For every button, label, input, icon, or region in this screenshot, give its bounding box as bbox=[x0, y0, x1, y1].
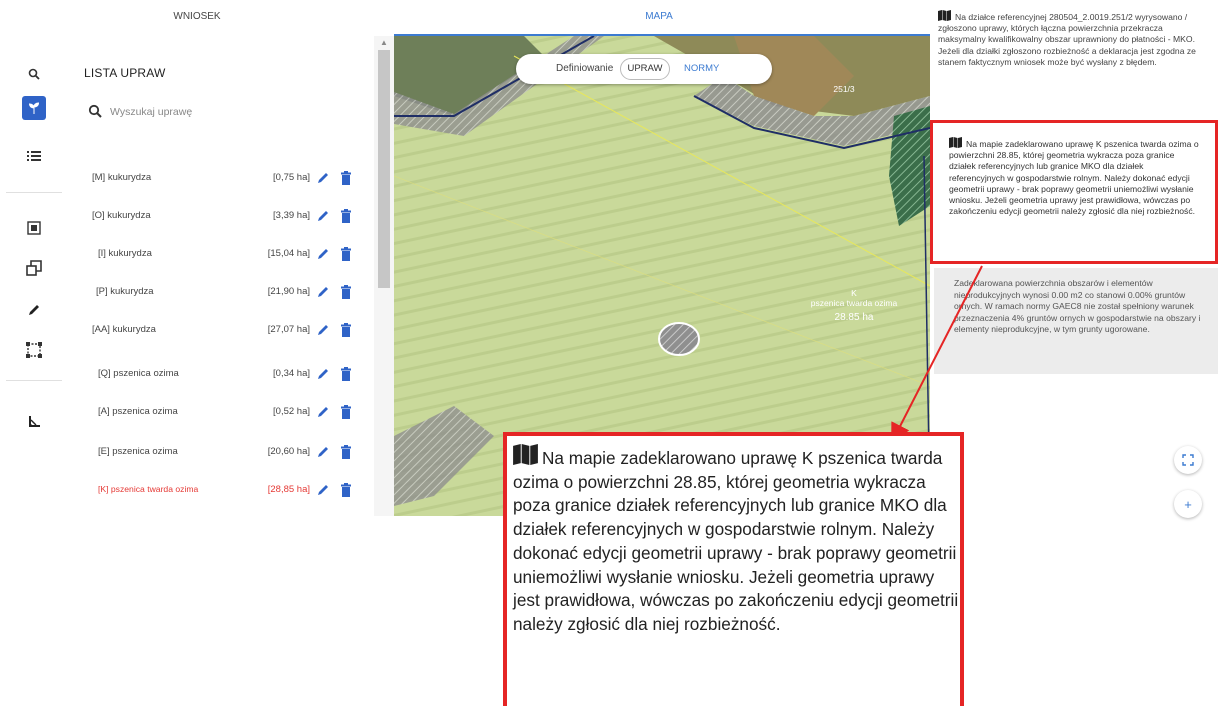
message-gaec8: Zadeklarowana powierzchnia obszarów i el… bbox=[934, 268, 1218, 374]
edit-pencil-icon[interactable] bbox=[316, 285, 330, 299]
trash-icon[interactable] bbox=[340, 367, 352, 381]
search-icon[interactable] bbox=[22, 62, 46, 86]
callout-text: Na mapie zadeklarowano uprawę K pszenica… bbox=[513, 448, 959, 634]
edit-pencil-icon[interactable] bbox=[316, 171, 330, 185]
crop-area: [20,60 ha] bbox=[267, 446, 310, 457]
crop-name: [P] kukurydza bbox=[96, 286, 154, 297]
select-area-icon[interactable] bbox=[22, 216, 46, 240]
crop-name: [O] kukurydza bbox=[92, 210, 151, 221]
crop-name: [A] pszenica ozima bbox=[98, 406, 178, 417]
map-book-icon bbox=[513, 444, 538, 465]
crop-area: [28,85 ha] bbox=[267, 484, 310, 495]
crop-name: [Q] pszenica ozima bbox=[98, 368, 179, 379]
crop-area: [21,90 ha] bbox=[267, 286, 310, 297]
crop-area-label: 28.85 ha bbox=[834, 312, 874, 323]
map-book-icon bbox=[949, 137, 962, 148]
pencil-icon[interactable] bbox=[22, 298, 46, 322]
scroll-thumb[interactable] bbox=[378, 50, 390, 288]
crop-list-item[interactable]: [A] pszenica ozima [0,52 ha] bbox=[68, 398, 368, 428]
edit-pencil-icon[interactable] bbox=[316, 367, 330, 381]
edit-pencil-icon[interactable] bbox=[316, 483, 330, 497]
map-book-icon bbox=[938, 10, 951, 21]
toggle-label: Definiowanie bbox=[556, 63, 614, 74]
crop-name: [E] pszenica ozima bbox=[98, 446, 178, 457]
parcel-label: 251/3 bbox=[833, 84, 855, 94]
trash-icon[interactable] bbox=[340, 445, 352, 459]
fullscreen-icon[interactable] bbox=[1174, 446, 1202, 474]
crop-area: [27,07 ha] bbox=[267, 324, 310, 335]
crop-list-item[interactable]: [O] kukurydza [3,39 ha] bbox=[68, 202, 368, 232]
tab-wniosek[interactable]: WNIOSEK bbox=[0, 0, 394, 34]
trash-icon[interactable] bbox=[340, 405, 352, 419]
message-text: Na mapie zadeklarowano uprawę K pszenica… bbox=[949, 139, 1199, 217]
crop-search-input[interactable] bbox=[110, 104, 260, 120]
trash-icon[interactable] bbox=[340, 209, 352, 223]
scroll-up-arrow[interactable]: ▲ bbox=[376, 38, 392, 50]
crop-code-label: K bbox=[851, 288, 857, 298]
crop-list-item-selected[interactable]: [K] pszenica twarda ozima [28,85 ha] bbox=[68, 476, 368, 506]
edit-pencil-icon[interactable] bbox=[316, 247, 330, 261]
trash-icon[interactable] bbox=[340, 483, 352, 497]
crop-list-item[interactable]: [I] kukurydza [15,04 ha] bbox=[68, 240, 368, 270]
tab-mapa[interactable]: MAPA bbox=[394, 0, 924, 34]
zoomed-message-callout: Na mapie zadeklarowano uprawę K pszenica… bbox=[503, 432, 964, 706]
crop-area: [0,34 ha] bbox=[273, 368, 310, 379]
message-text: Zadeklarowana powierzchnia obszarów i el… bbox=[954, 278, 1201, 335]
trash-icon[interactable] bbox=[340, 171, 352, 185]
trash-icon[interactable] bbox=[340, 285, 352, 299]
message-text: Na działce referencyjnej 280504_2.0019.2… bbox=[938, 12, 1196, 67]
search-icon bbox=[88, 104, 102, 118]
crop-name-label: pszenica twarda ozima bbox=[810, 298, 898, 308]
crop-area: [15,04 ha] bbox=[267, 248, 310, 259]
crop-list-item[interactable]: [M] kukurydza [0,75 ha] bbox=[68, 164, 368, 194]
crop-area: [0,52 ha] bbox=[273, 406, 310, 417]
message-mko: Na działce referencyjnej 280504_2.0019.2… bbox=[938, 10, 1200, 68]
panel-title: LISTA UPRAW bbox=[84, 66, 166, 80]
edit-pencil-icon[interactable] bbox=[316, 445, 330, 459]
crop-name: [M] kukurydza bbox=[92, 172, 152, 183]
list-icon[interactable] bbox=[22, 144, 46, 168]
toggle-option-upraw[interactable]: UPRAW bbox=[620, 58, 670, 80]
edit-pencil-icon[interactable] bbox=[316, 209, 330, 223]
edit-pencil-icon[interactable] bbox=[316, 323, 330, 337]
crop-list-item[interactable]: [E] pszenica ozima [20,60 ha] bbox=[68, 438, 368, 468]
zoom-in-icon[interactable]: + bbox=[1174, 490, 1202, 518]
crop-list-panel: LISTA UPRAW [M] kukurydza [0,75 ha] [O] … bbox=[68, 36, 394, 516]
crop-list-item[interactable]: [AA] kukurydza [27,07 ha] bbox=[68, 316, 368, 346]
crop-area: [0,75 ha] bbox=[273, 172, 310, 183]
edit-pencil-icon[interactable] bbox=[316, 405, 330, 419]
crop-area: [3,39 ha] bbox=[273, 210, 310, 221]
bounding-box-icon[interactable] bbox=[22, 338, 46, 362]
copy-shape-icon[interactable] bbox=[22, 256, 46, 280]
crop-name: [K] pszenica twarda ozima bbox=[98, 484, 199, 494]
rail-divider bbox=[6, 192, 62, 193]
rail-divider bbox=[6, 380, 62, 381]
plant-icon[interactable] bbox=[22, 96, 46, 120]
crop-list-item[interactable]: [Q] pszenica ozima [0,34 ha] bbox=[68, 360, 368, 390]
measure-angle-icon[interactable] bbox=[22, 410, 46, 434]
trash-icon[interactable] bbox=[340, 247, 352, 261]
toggle-option-normy[interactable]: NORMY bbox=[684, 63, 719, 74]
crop-name: [AA] kukurydza bbox=[92, 324, 156, 335]
tool-rail bbox=[0, 36, 68, 516]
definition-mode-toggle: Definiowanie UPRAW NORMY bbox=[516, 54, 772, 84]
trash-icon[interactable] bbox=[340, 323, 352, 337]
crop-list-item[interactable]: [P] kukurydza [21,90 ha] bbox=[68, 278, 368, 308]
crop-name: [I] kukurydza bbox=[98, 248, 152, 259]
message-geometry-highlighted: Na mapie zadeklarowano uprawę K pszenica… bbox=[930, 120, 1218, 264]
